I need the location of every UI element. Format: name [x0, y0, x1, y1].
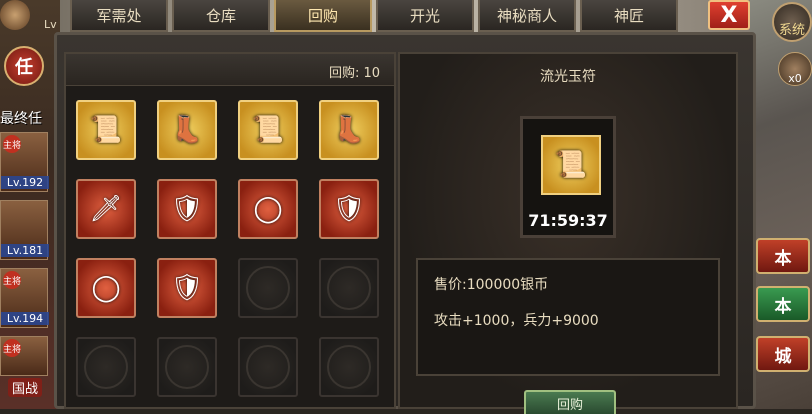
- item-grid-panel: 回购: 10 📜 👢 📜 👢 🗡 🛡 ◯ 🛡 ◯ 🛡: [64, 52, 396, 409]
- item-slot[interactable]: 📜: [76, 100, 136, 160]
- item-slot[interactable]: 🛡: [319, 179, 379, 239]
- tab-buyback[interactable]: 回购: [274, 0, 372, 32]
- empty-item-slot: [238, 258, 298, 318]
- empty-item-slot: [319, 258, 379, 318]
- item-price: 售价:100000银币: [434, 277, 549, 293]
- empty-item-slot: [157, 337, 217, 397]
- grid-header: 回购: 10: [66, 54, 394, 86]
- player-avatar[interactable]: [0, 0, 30, 30]
- general-level: Lv.192: [1, 176, 49, 189]
- national-war-button[interactable]: 国战: [8, 378, 43, 397]
- general-tag: 主将: [3, 135, 21, 153]
- general-card[interactable]: 主将 Lv.194: [0, 268, 49, 328]
- tab-mystery-merchant[interactable]: 神秘商人: [478, 0, 576, 32]
- armor-icon: 🛡: [170, 194, 204, 224]
- item-name: 流光玉符: [540, 69, 596, 85]
- system-button[interactable]: 系统: [772, 2, 812, 42]
- tab-warehouse[interactable]: 仓库: [172, 0, 270, 32]
- general-card[interactable]: Lv.181: [0, 200, 49, 260]
- tab-divine-smith[interactable]: 神匠: [580, 0, 678, 32]
- left-sidebar: Lv 任 最终任 主将 Lv.192 Lv.181 主将 Lv.194 主将 国…: [0, 0, 57, 409]
- item-slot[interactable]: 🗡: [76, 179, 136, 239]
- item-slot[interactable]: ◯: [238, 179, 298, 239]
- item-slot[interactable]: 👢: [319, 100, 379, 160]
- side-button-2[interactable]: 本: [756, 286, 810, 322]
- jade-talisman-icon: 📜: [541, 135, 601, 195]
- armor-icon: 🛡: [170, 273, 204, 303]
- player-level-label: Lv: [44, 18, 57, 31]
- item-slot[interactable]: 🛡: [157, 179, 217, 239]
- general-tag: 主将: [3, 271, 21, 289]
- empty-item-slot: [76, 337, 136, 397]
- scroll-icon: 📜: [89, 115, 123, 145]
- buyback-count: 回购: 10: [328, 66, 380, 81]
- mirror-icon: ◯: [91, 273, 121, 303]
- boots-icon: 👢: [332, 115, 366, 145]
- general-level: Lv.181: [1, 244, 49, 257]
- general-level: Lv.194: [1, 312, 49, 325]
- tab-consecrate[interactable]: 开光: [376, 0, 474, 32]
- item-slot[interactable]: 🛡: [157, 258, 217, 318]
- empty-item-slot: [319, 337, 379, 397]
- countdown-timer: 71:59:37: [528, 211, 608, 230]
- spear-icon: 🗡: [89, 194, 123, 224]
- item-slot[interactable]: ◯: [76, 258, 136, 318]
- general-tag: 主将: [3, 339, 21, 357]
- task-icon[interactable]: 任: [4, 46, 44, 86]
- mirror-icon: ◯: [253, 194, 283, 224]
- item-attributes: 攻击+1000，兵力+9000: [434, 313, 599, 329]
- right-status-icon[interactable]: x0: [778, 52, 812, 86]
- task-label: 最终任: [0, 111, 42, 127]
- scroll-icon: 📜: [251, 115, 285, 145]
- item-slot[interactable]: 👢: [157, 100, 217, 160]
- item-info-box: 售价:100000银币 攻击+1000，兵力+9000: [416, 258, 720, 376]
- item-detail-panel: 流光玉符 📜 71:59:37 售价:100000银币 攻击+1000，兵力+9…: [398, 52, 738, 414]
- empty-item-slot: [238, 337, 298, 397]
- close-button[interactable]: X: [708, 0, 750, 30]
- general-card[interactable]: 主将: [0, 336, 48, 376]
- city-button[interactable]: 城: [756, 336, 810, 372]
- boots-icon: 👢: [170, 115, 204, 145]
- shop-tab-bar: 军需处 仓库 回购 开光 神秘商人 神匠: [70, 0, 678, 32]
- item-slot[interactable]: 📜: [238, 100, 298, 160]
- side-button-1[interactable]: 本: [756, 238, 810, 274]
- buyback-button[interactable]: 回购: [524, 390, 616, 414]
- armor-icon: 🛡: [332, 194, 366, 224]
- general-card[interactable]: 主将 Lv.192: [0, 132, 49, 192]
- item-preview-frame: 📜 71:59:37: [520, 116, 616, 238]
- tab-supply[interactable]: 军需处: [70, 0, 168, 32]
